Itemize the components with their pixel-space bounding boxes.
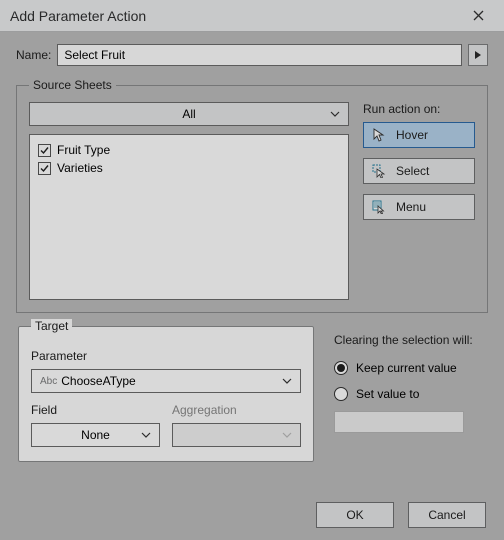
chevron-down-icon	[330, 111, 340, 117]
list-item-label: Varieties	[57, 161, 103, 175]
aggregation-label: Aggregation	[172, 403, 301, 417]
triangle-right-icon	[474, 50, 482, 60]
chevron-down-icon	[282, 432, 292, 438]
ok-button[interactable]: OK	[316, 502, 394, 528]
clearing-title: Clearing the selection will:	[334, 333, 488, 347]
clearing-group: Clearing the selection will: Keep curren…	[334, 319, 488, 462]
radio-icon	[334, 387, 348, 401]
dialog-title: Add Parameter Action	[10, 8, 146, 24]
target-legend: Target	[31, 319, 72, 333]
set-value-input	[334, 411, 464, 433]
radio-set-label: Set value to	[356, 387, 419, 401]
field-label: Field	[31, 403, 160, 417]
radio-keep-current[interactable]: Keep current value	[334, 357, 488, 379]
select-cursor-icon	[372, 164, 386, 178]
source-sheets-list: Fruit Type Varieties	[29, 134, 349, 300]
select-button[interactable]: Select	[363, 158, 475, 184]
chevron-down-icon	[141, 432, 151, 438]
close-icon	[473, 10, 484, 21]
radio-set-value[interactable]: Set value to	[334, 383, 488, 405]
field-value: None	[81, 428, 110, 442]
field-select[interactable]: None	[31, 423, 160, 447]
menu-button[interactable]: Menu	[363, 194, 475, 220]
radio-icon	[334, 361, 348, 375]
hover-cursor-icon	[372, 128, 386, 142]
list-item-label: Fruit Type	[57, 143, 110, 157]
hover-button[interactable]: Hover	[363, 122, 475, 148]
chevron-down-icon	[282, 378, 292, 384]
parameter-select[interactable]: Abc ChooseAType	[31, 369, 301, 393]
source-sheets-dropdown-value: All	[182, 107, 195, 121]
parameter-value: ChooseAType	[61, 374, 136, 388]
radio-keep-label: Keep current value	[356, 361, 457, 375]
hover-button-label: Hover	[396, 128, 428, 142]
list-item[interactable]: Varieties	[38, 159, 340, 177]
select-button-label: Select	[396, 164, 429, 178]
list-item[interactable]: Fruit Type	[38, 141, 340, 159]
cancel-button-label: Cancel	[428, 508, 465, 522]
name-input[interactable]	[57, 44, 462, 66]
target-group: Target Parameter Abc ChooseAType Field N…	[18, 319, 314, 462]
source-sheets-legend: Source Sheets	[29, 78, 116, 92]
close-button[interactable]	[458, 0, 498, 32]
source-sheets-group: Source Sheets All Fruit Type	[16, 78, 488, 313]
titlebar: Add Parameter Action	[0, 0, 504, 32]
checkbox-icon[interactable]	[38, 144, 51, 157]
cancel-button[interactable]: Cancel	[408, 502, 486, 528]
menu-button-label: Menu	[396, 200, 426, 214]
checkbox-icon[interactable]	[38, 162, 51, 175]
abc-type-icon: Abc	[40, 376, 57, 387]
run-action-label: Run action on:	[363, 102, 475, 116]
aggregation-select	[172, 423, 301, 447]
name-label: Name:	[16, 48, 51, 62]
menu-cursor-icon	[372, 200, 386, 214]
ok-button-label: OK	[346, 508, 363, 522]
parameter-label: Parameter	[31, 349, 301, 363]
name-dropdown-button[interactable]	[468, 44, 488, 66]
source-sheets-dropdown[interactable]: All	[29, 102, 349, 126]
